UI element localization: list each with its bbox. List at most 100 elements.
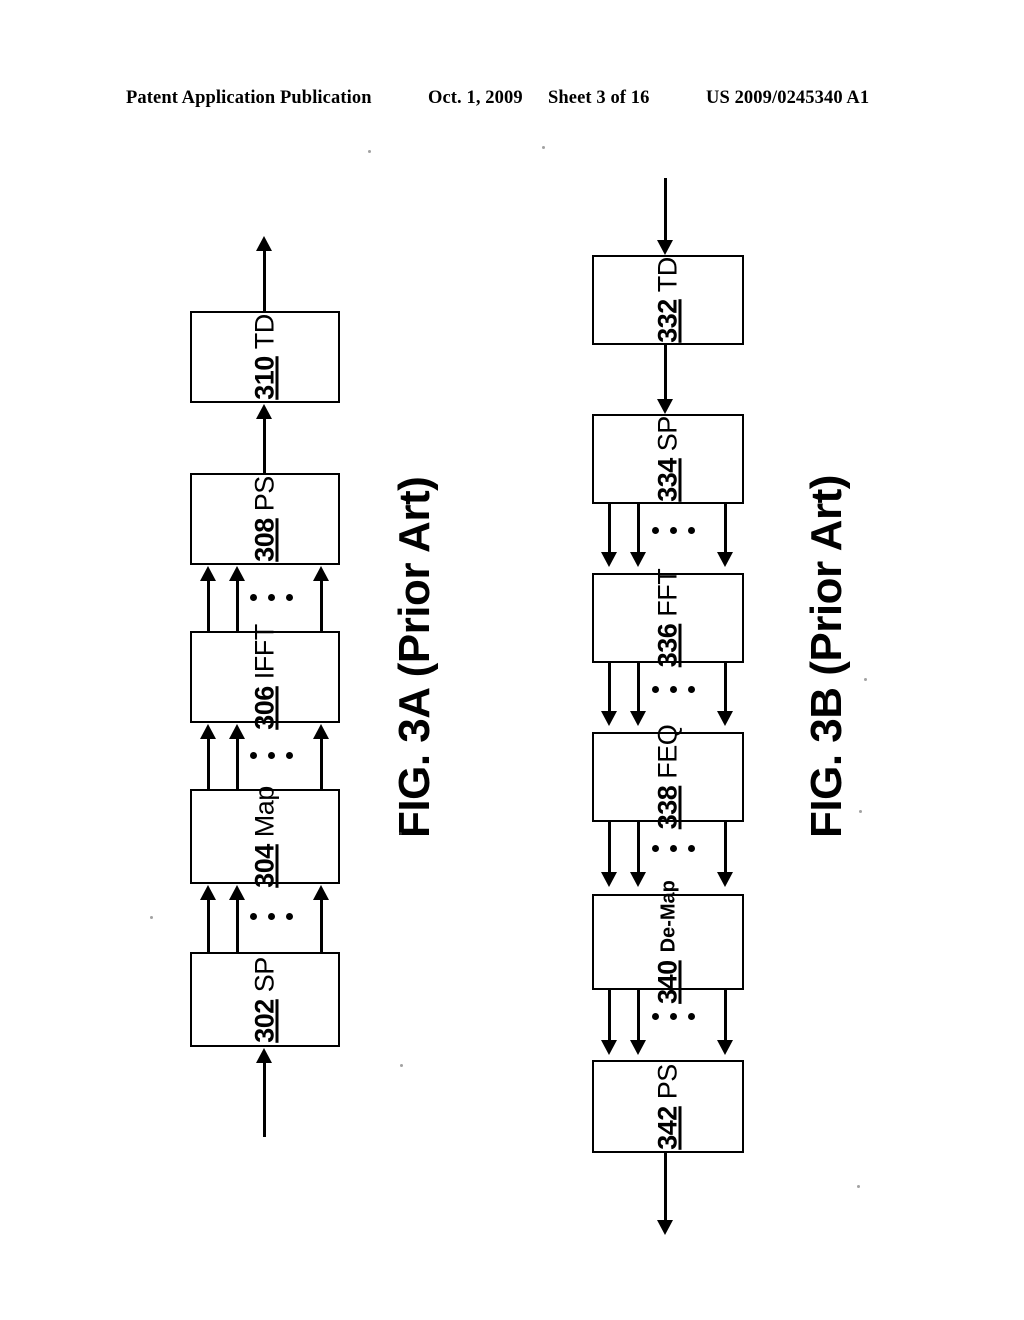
bus-340-342-ellipsis <box>652 1013 695 1020</box>
bus-336-338-line-2 <box>637 663 640 711</box>
bus-338-340-arrow-1 <box>601 872 617 887</box>
input-line-3b <box>664 178 667 240</box>
output-line-3b <box>664 1153 667 1220</box>
bus-336-338-ellipsis <box>652 686 695 693</box>
bus-334-336-line-n <box>724 504 727 552</box>
bus-340-342-line-n <box>724 990 727 1040</box>
scan-speck <box>542 146 545 149</box>
bus-334-336-arrow-2 <box>630 552 646 567</box>
bus-338-340-arrow-n <box>717 872 733 887</box>
input-line-3a <box>263 1062 266 1137</box>
bus-302-304-ellipsis <box>250 913 293 920</box>
block-332-label: 332 TD <box>652 257 683 343</box>
bus-304-306-arrow-n <box>313 724 329 739</box>
arrowhead-332-334 <box>657 399 673 414</box>
figure-3b: 332 TD 334 SP 336 FFT 338 FEQ 340 De-Map… <box>512 0 1024 1320</box>
bus-336-338-arrow-n <box>717 711 733 726</box>
block-332-td: 332 TD <box>592 255 744 345</box>
bus-336-338-arrow-1 <box>601 711 617 726</box>
block-338-feq: 338 FEQ <box>592 725 744 829</box>
block-342-label: 342 PS <box>652 1063 683 1150</box>
block-302-name: SP <box>249 956 280 992</box>
bus-340-342-arrow-2 <box>630 1040 646 1055</box>
bus-306-308-arrow-1 <box>200 566 216 581</box>
bus-338-340-line-2 <box>637 822 640 872</box>
output-arrowhead-3b <box>657 1220 673 1235</box>
scan-speck <box>857 1185 860 1188</box>
block-306-ref: 306 <box>249 686 280 730</box>
bus-306-308-line-2 <box>236 580 239 633</box>
block-336-label: 336 FFT <box>652 568 683 668</box>
block-342-ps: 342 PS <box>592 1060 744 1153</box>
connector-332-334 <box>664 345 667 399</box>
block-310-label: 310 TD <box>249 314 280 400</box>
bus-334-336-line-1 <box>608 504 611 552</box>
figure-3b-caption: FIG. 3B (Prior Art) <box>802 475 851 838</box>
connector-308-310 <box>263 418 266 475</box>
scan-speck <box>150 916 153 919</box>
block-308-ps: 308 PS <box>190 473 340 565</box>
block-306-name: IFFT <box>249 624 280 680</box>
block-340-de-map: 340 De-Map <box>592 880 744 1004</box>
block-310-td: 310 TD <box>190 311 340 403</box>
scan-speck <box>368 150 371 153</box>
bus-302-304-line-2 <box>236 899 239 952</box>
bus-340-342-arrow-n <box>717 1040 733 1055</box>
figure-3a: 310 TD 308 PS 306 IFFT 304 Map 302 SP FI… <box>0 0 512 1320</box>
input-arrowhead-3a <box>256 1048 272 1063</box>
bus-340-342-arrow-1 <box>601 1040 617 1055</box>
block-340-ref: 340 <box>652 960 683 1004</box>
bus-336-338-line-1 <box>608 663 611 711</box>
bus-336-338-line-n <box>724 663 727 711</box>
bus-302-304-arrow-n <box>313 885 329 900</box>
block-334-ref: 334 <box>652 458 683 502</box>
block-334-label: 334 SP <box>652 416 683 502</box>
bus-306-308-line-n <box>320 580 323 633</box>
block-308-name: PS <box>249 476 280 512</box>
block-340-name: De-Map <box>657 880 679 953</box>
bus-304-306-ellipsis <box>250 752 293 759</box>
block-336-ref: 336 <box>652 623 683 668</box>
block-340-label: 340 De-Map <box>652 880 683 1004</box>
block-336-name: FFT <box>652 568 683 617</box>
block-306-label: 306 IFFT <box>249 624 280 730</box>
bus-334-336-arrow-1 <box>601 552 617 567</box>
bus-304-306-line-1 <box>207 738 210 791</box>
block-342-ref: 342 <box>652 1105 683 1150</box>
bus-304-306-line-2 <box>236 738 239 791</box>
block-338-label: 338 FEQ <box>652 725 683 830</box>
bus-336-338-arrow-2 <box>630 711 646 726</box>
block-338-ref: 338 <box>652 785 683 830</box>
block-310-name: TD <box>249 314 280 350</box>
bus-306-308-ellipsis <box>250 594 293 601</box>
block-308-label: 308 PS <box>249 476 280 562</box>
block-302-label: 302 SP <box>249 956 280 1043</box>
block-342-name: PS <box>652 1063 683 1099</box>
bus-338-340-line-n <box>724 822 727 872</box>
block-332-name: TD <box>652 257 683 293</box>
bus-338-340-line-1 <box>608 822 611 872</box>
scan-speck <box>399 832 402 835</box>
block-336-fft: 336 FFT <box>592 569 744 667</box>
bus-306-308-line-1 <box>207 580 210 633</box>
block-306-ifft: 306 IFFT <box>190 624 340 730</box>
block-308-ref: 308 <box>249 518 280 562</box>
bus-304-306-arrow-2 <box>229 724 245 739</box>
bus-334-336-ellipsis <box>652 527 695 534</box>
bus-306-308-arrow-n <box>313 566 329 581</box>
block-304-ref: 304 <box>249 843 280 888</box>
bus-338-340-arrow-2 <box>630 872 646 887</box>
bus-304-306-line-n <box>320 738 323 791</box>
bus-302-304-arrow-1 <box>200 885 216 900</box>
block-334-name: SP <box>652 416 683 452</box>
bus-302-304-arrow-2 <box>229 885 245 900</box>
block-304-name: Map <box>249 785 280 837</box>
input-arrowhead-3b <box>657 240 673 255</box>
output-arrowhead-3a <box>256 236 272 251</box>
bus-338-340-ellipsis <box>652 845 695 852</box>
bus-302-304-line-n <box>320 899 323 952</box>
bus-304-306-arrow-1 <box>200 724 216 739</box>
block-302-sp: 302 SP <box>190 952 340 1047</box>
figure-3a-caption: FIG. 3A (Prior Art) <box>390 476 439 838</box>
bus-334-336-line-2 <box>637 504 640 552</box>
